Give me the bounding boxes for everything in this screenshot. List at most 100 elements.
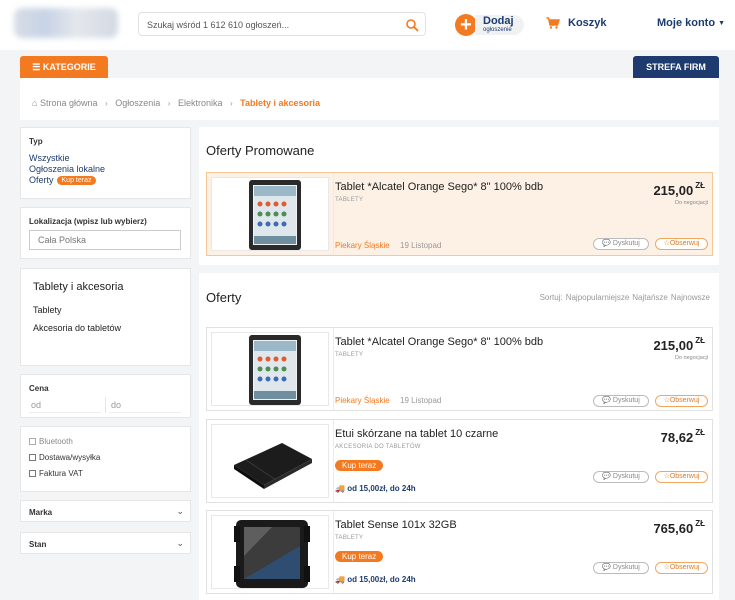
discuss-button[interactable]: 💬 Dyskutuj [593, 562, 649, 574]
listing-thumbnail[interactable] [211, 424, 329, 498]
discuss-label: Dyskutuj [612, 240, 640, 247]
listing-divider [333, 173, 334, 255]
negotiable-label: Do negocjacji [674, 355, 708, 361]
breadcrumb: ⌂ Strona główna › Ogłoszenia › Elektroni… [20, 84, 719, 120]
checkbox-bluetooth[interactable]: Bluetooth [29, 437, 73, 446]
price-currency: ZŁ [695, 336, 705, 345]
watch-button[interactable]: ☆Obserwuj [655, 562, 708, 574]
discuss-button[interactable]: 💬 Dyskutuj [593, 471, 649, 483]
type-filter-title: Typ [29, 137, 43, 146]
breadcrumb-home[interactable]: Strona główna [40, 98, 98, 108]
listing-thumbnail[interactable] [211, 177, 329, 251]
business-zone-tab[interactable]: STREFA FIRM [633, 56, 719, 78]
listing-title[interactable]: Tablet Sense 101x 32GB [335, 519, 457, 531]
checkbox-shipping[interactable]: Dostawa/wysyłka [29, 453, 100, 462]
plus-icon: + [455, 14, 477, 36]
type-all-link[interactable]: Wszystkie [29, 153, 70, 163]
logo[interactable] [14, 8, 118, 38]
price-value: 215,00 [653, 338, 694, 353]
cart-link[interactable]: Koszyk [546, 17, 607, 29]
add-listing-main: Dodaj [483, 15, 514, 27]
type-local-link[interactable]: Ogłoszenia lokalne [29, 164, 105, 174]
menu-icon: ☰ [32, 62, 41, 72]
listing-price: 215,00 ZŁ [653, 336, 705, 353]
watch-button[interactable]: ☆Obserwuj [655, 395, 708, 407]
offer-listing[interactable]: Etui skórzane na tablet 10 czarne AKCESO… [206, 419, 713, 503]
type-offers-link[interactable]: Oferty Kup teraz [29, 175, 97, 185]
sort-newest[interactable]: Najnowsze [671, 293, 710, 302]
listing-location[interactable]: Piekary Śląskie [335, 241, 390, 250]
chevron-right-icon: › [105, 99, 108, 108]
watch-label: Obserwuj [669, 564, 700, 571]
search-input[interactable] [147, 17, 397, 32]
brand-dropdown[interactable]: Marka ⌄ [20, 500, 191, 522]
sort-label: Sortuj: [539, 293, 563, 302]
listing-divider [333, 511, 334, 593]
listing-title[interactable]: Tablet *Alcatel Orange Sego* 8" 100% bdb [335, 336, 543, 348]
category-title: Tablety i akcesoria [33, 281, 124, 293]
cart-label: Koszyk [568, 17, 607, 29]
sort-popular[interactable]: Najpopularniejsze [566, 293, 630, 302]
price-divider [105, 397, 106, 413]
type-offers-label: Oferty [29, 175, 54, 185]
sort-cheapest[interactable]: Najtańsze [632, 293, 668, 302]
shipping-info: 🚚 od 15,00zł, do 24h [335, 484, 416, 493]
shipping-text: od 15,00zł, do 24h [347, 575, 416, 584]
breadcrumb-listings[interactable]: Ogłoszenia [115, 98, 160, 108]
listing-category: TABLETY [335, 352, 364, 358]
category-item-tablets[interactable]: Tablety [33, 305, 62, 315]
offer-listing[interactable]: Tablet Sense 101x 32GB TABLETY 765,60 ZŁ … [206, 510, 713, 594]
listing-thumbnail[interactable] [211, 515, 329, 589]
checkbox-vat-label: Faktura VAT [39, 469, 83, 478]
cart-icon [546, 17, 560, 29]
caret-down-icon: ▼ [718, 20, 725, 27]
price-value: 78,62 [660, 430, 694, 445]
listing-title[interactable]: Etui skórzane na tablet 10 czarne [335, 428, 498, 440]
watch-button[interactable]: ☆Obserwuj [655, 471, 708, 483]
search-bar [138, 12, 426, 36]
listing-location[interactable]: Piekary Śląskie [335, 396, 390, 405]
location-input[interactable] [29, 230, 181, 250]
shipping-info: 🚚 od 15,00zł, do 24h [335, 575, 416, 584]
offers-title: Oferty [206, 290, 242, 305]
discuss-label: Dyskutuj [612, 397, 640, 404]
chat-icon: 💬 [602, 473, 611, 480]
checkbox-bluetooth-label: Bluetooth [39, 437, 73, 446]
breadcrumb-electronics[interactable]: Elektronika [178, 98, 223, 108]
buy-now-badge: Kup teraz [56, 176, 97, 185]
chevron-right-icon: › [229, 99, 233, 108]
checkbox-icon [29, 470, 36, 477]
chat-icon: 💬 [602, 240, 611, 247]
search-icon[interactable] [405, 18, 419, 32]
price-from-input[interactable] [29, 397, 101, 413]
business-zone-label: STREFA FIRM [646, 62, 706, 72]
listing-price: 78,62 ZŁ [661, 428, 705, 445]
categories-tab[interactable]: ☰ KATEGORIE [20, 56, 108, 78]
offer-listing[interactable]: Tablet *Alcatel Orange Sego* 8" 100% bdb… [206, 327, 713, 411]
chat-icon: 💬 [602, 397, 611, 404]
promoted-title: Oferty Promowane [206, 143, 315, 158]
listing-title[interactable]: Tablet *Alcatel Orange Sego* 8" 100% bdb [335, 181, 543, 193]
checkbox-icon [29, 438, 36, 445]
chevron-down-icon: ⌄ [176, 506, 184, 516]
checkbox-vat-invoice[interactable]: Faktura VAT [29, 469, 83, 478]
category-item-accessories[interactable]: Akcesoria do tabletów [33, 323, 121, 333]
listing-category: AKCESORIA DO TABLETÓW [335, 444, 421, 450]
condition-dropdown[interactable]: Stan ⌄ [20, 532, 191, 554]
brand-dropdown-label: Marka [29, 508, 53, 517]
promoted-listing[interactable]: Tablet *Alcatel Orange Sego* 8" 100% bdb… [206, 172, 713, 256]
price-to-input[interactable] [109, 397, 181, 413]
features-filter: Bluetooth Dostawa/wysyłka Faktura VAT [20, 426, 191, 492]
discuss-button[interactable]: 💬 Dyskutuj [593, 395, 649, 407]
listing-thumbnail[interactable] [211, 332, 329, 406]
breadcrumb-current: Tablety i akcesoria [240, 98, 321, 108]
checkbox-shipping-label: Dostawa/wysyłka [39, 453, 101, 462]
sort-options: Sortuj: Najpopularniejsze Najtańsze Najnows… [540, 293, 710, 302]
home-icon: ⌂ [32, 98, 38, 108]
categories-tab-label: KATEGORIE [42, 62, 96, 72]
price-label: Cena [29, 384, 49, 393]
add-listing-button[interactable]: + Dodaj ogłoszenie [455, 13, 524, 37]
account-menu[interactable]: Moje konto ▼ [657, 17, 725, 29]
watch-button[interactable]: ☆Obserwuj [655, 238, 708, 250]
discuss-button[interactable]: 💬 Dyskutuj [593, 238, 649, 250]
